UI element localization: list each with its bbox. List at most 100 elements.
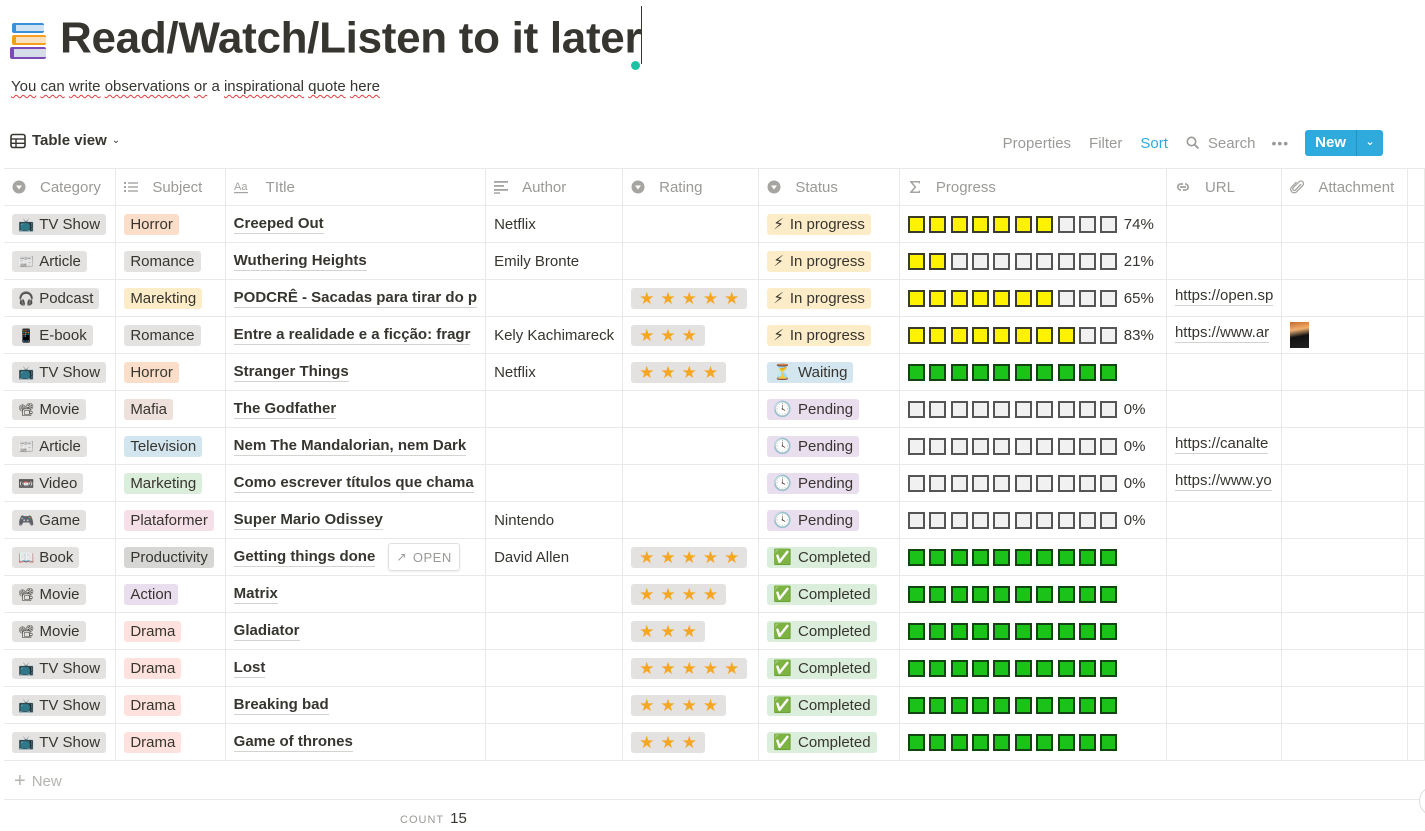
cell-progress[interactable] bbox=[898, 723, 1167, 761]
open-page-button[interactable]: ↗︎ OPEN bbox=[388, 543, 460, 571]
cell-subject[interactable]: Drama bbox=[115, 612, 226, 650]
cell-category[interactable]: 📺 TV Show bbox=[4, 205, 117, 243]
title-link[interactable]: Game of thrones bbox=[233, 733, 353, 752]
cell-rating[interactable] bbox=[622, 427, 760, 465]
cell-author[interactable]: Emily Bronte bbox=[485, 242, 624, 280]
cell-status[interactable]: ⚡ In progress bbox=[758, 242, 900, 280]
column-header-progress[interactable]: Progress bbox=[898, 168, 1167, 206]
cell-title[interactable]: The Godfather bbox=[224, 390, 487, 428]
cell-author[interactable] bbox=[485, 390, 624, 428]
cell-rating[interactable]: ★ ★ ★ ★ ★ bbox=[622, 538, 760, 576]
cell-status[interactable]: ⚡ In progress bbox=[758, 205, 900, 243]
cell-attachment[interactable] bbox=[1281, 538, 1408, 576]
page-title[interactable]: Read/Watch/Listen to it later bbox=[60, 6, 643, 70]
cell-rating[interactable]: ★ ★ ★ ★ bbox=[622, 686, 760, 724]
column-header-rating[interactable]: Rating bbox=[622, 168, 760, 206]
cell-subject[interactable]: Drama bbox=[115, 686, 226, 724]
cell-title[interactable]: Creeped Out bbox=[224, 205, 487, 243]
cell-category[interactable]: 📺 TV Show bbox=[4, 353, 117, 391]
title-link[interactable]: Gladiator bbox=[233, 622, 300, 641]
column-header-category[interactable]: Category bbox=[4, 168, 117, 206]
cell-attachment[interactable] bbox=[1281, 279, 1408, 317]
cell-category[interactable]: 📖 Book bbox=[4, 538, 117, 576]
cell-rating[interactable]: ★ ★ ★ ★ bbox=[622, 575, 760, 613]
cell-title[interactable]: Lost bbox=[224, 649, 487, 687]
cell-progress[interactable] bbox=[898, 612, 1167, 650]
cell-status[interactable]: ✅ Completed bbox=[758, 649, 900, 687]
cell-status[interactable]: ⚡ In progress bbox=[758, 316, 900, 354]
cell-title[interactable]: Gladiator bbox=[224, 612, 487, 650]
cell-author[interactable] bbox=[485, 612, 624, 650]
url-link[interactable]: https://www.yo bbox=[1174, 472, 1272, 491]
title-link[interactable]: Como escrever títulos que chama bbox=[233, 474, 474, 493]
cell-title[interactable]: Como escrever títulos que chama bbox=[224, 464, 487, 502]
cell-url[interactable] bbox=[1165, 205, 1283, 243]
cell-category[interactable]: 📺 TV Show bbox=[4, 723, 117, 761]
cell-author[interactable] bbox=[485, 464, 624, 502]
table-row[interactable]: 📽 Movie Action Matrix ★ ★ ★ ★ ✅ Completed bbox=[4, 575, 1425, 613]
cell-category[interactable]: 📺 TV Show bbox=[4, 649, 117, 687]
cell-category[interactable]: 📼 Video bbox=[4, 464, 117, 502]
cell-progress[interactable]: 0% bbox=[898, 501, 1167, 539]
title-link[interactable]: Breaking bad bbox=[233, 696, 329, 715]
cell-rating[interactable] bbox=[622, 205, 760, 243]
cell-rating[interactable]: ★ ★ ★ ★ ★ bbox=[622, 649, 760, 687]
add-new-label[interactable]: New bbox=[32, 773, 62, 790]
cell-attachment[interactable] bbox=[1281, 575, 1408, 613]
cell-attachment[interactable] bbox=[1281, 205, 1408, 243]
cell-author[interactable] bbox=[485, 279, 624, 317]
cell-url[interactable] bbox=[1165, 242, 1283, 280]
title-link[interactable]: The Godfather bbox=[233, 400, 337, 419]
cell-subject[interactable]: Drama bbox=[115, 649, 226, 687]
table-row[interactable]: 📰 Article Television Nem The Mandalorian, n… bbox=[4, 427, 1425, 465]
cell-progress[interactable]: 83% bbox=[898, 316, 1167, 354]
cell-rating[interactable]: ★ ★ ★ bbox=[622, 723, 760, 761]
url-link[interactable]: https://open.sp bbox=[1174, 287, 1274, 306]
more-options-icon[interactable]: ••• bbox=[1271, 135, 1289, 151]
cell-category[interactable]: 🎧 Podcast bbox=[4, 279, 117, 317]
search-button[interactable]: Search bbox=[1186, 135, 1256, 152]
cell-url[interactable] bbox=[1165, 612, 1283, 650]
cell-url[interactable] bbox=[1165, 353, 1283, 391]
page-description[interactable]: You can write observations or a inspirat… bbox=[11, 78, 642, 95]
cell-title[interactable]: Game of thrones bbox=[224, 723, 487, 761]
cell-progress[interactable]: 74% bbox=[898, 205, 1167, 243]
cell-url[interactable] bbox=[1165, 686, 1283, 724]
add-new-row-button[interactable]: + New bbox=[4, 764, 1425, 800]
table-row[interactable]: 📽 Movie Drama Gladiator ★ ★ ★ ✅ Completed bbox=[4, 612, 1425, 650]
title-link[interactable]: Creeped Out bbox=[233, 215, 324, 234]
cell-progress[interactable] bbox=[898, 686, 1167, 724]
cell-progress[interactable] bbox=[898, 575, 1167, 613]
cell-subject[interactable]: Horror bbox=[115, 205, 226, 243]
cell-url[interactable] bbox=[1165, 538, 1283, 576]
table-row[interactable]: 🎧 Podcast Marekting PODCRÊ - Sacadas para t… bbox=[4, 279, 1425, 317]
cell-url[interactable]: https://canalte bbox=[1165, 427, 1283, 465]
table-row[interactable]: 📺 TV Show Horror Creeped Out Netflix ⚡ In prog… bbox=[4, 205, 1425, 243]
search-label[interactable]: Search bbox=[1208, 135, 1256, 152]
cell-subject[interactable]: Television bbox=[115, 427, 226, 465]
cell-url[interactable] bbox=[1165, 390, 1283, 428]
cell-title[interactable]: Nem The Mandalorian, nem Dark bbox=[224, 427, 487, 465]
cell-status[interactable]: 🕓 Pending bbox=[758, 427, 900, 465]
new-template-chevron-icon[interactable]: ⌄ bbox=[1357, 130, 1383, 156]
column-header-url[interactable]: URL bbox=[1165, 168, 1283, 206]
cell-subject[interactable]: Mafia bbox=[115, 390, 226, 428]
cell-subject[interactable]: Productivity bbox=[115, 538, 226, 576]
cell-subject[interactable]: Romance bbox=[115, 316, 226, 354]
cell-category[interactable]: 📽 Movie bbox=[4, 612, 117, 650]
column-header-title[interactable]: Aa TItle bbox=[224, 168, 487, 206]
cell-status[interactable]: ✅ Completed bbox=[758, 538, 900, 576]
cell-attachment[interactable] bbox=[1281, 242, 1408, 280]
cell-attachment[interactable] bbox=[1281, 316, 1408, 354]
page-title-text[interactable]: Read/Watch/Listen to it later bbox=[60, 14, 642, 63]
cell-author[interactable]: Netflix bbox=[485, 205, 624, 243]
cell-progress[interactable]: 21% bbox=[898, 242, 1167, 280]
title-link[interactable]: Super Mario Odissey bbox=[233, 511, 383, 530]
cell-attachment[interactable] bbox=[1281, 649, 1408, 687]
url-link[interactable]: https://canalte bbox=[1174, 435, 1269, 454]
cell-progress[interactable] bbox=[898, 538, 1167, 576]
title-link[interactable]: Lost bbox=[233, 659, 266, 678]
table-row[interactable]: 📺 TV Show Drama Breaking bad ★ ★ ★ ★ ✅ Completed bbox=[4, 686, 1425, 724]
cell-url[interactable] bbox=[1165, 723, 1283, 761]
title-link[interactable]: PODCRÊ - Sacadas para tirar do p bbox=[233, 289, 478, 308]
